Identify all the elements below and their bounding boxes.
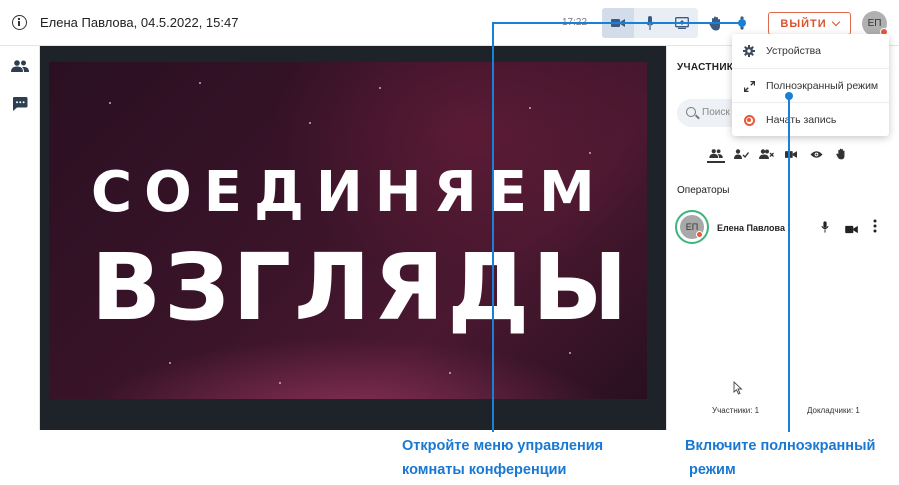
participant-row[interactable]: ЕП Елена Павлова [675,210,891,250]
participant-avatar-ring: ЕП [675,210,709,244]
room-control-menu: Устройства Полноэкранный режим Начать за… [732,34,889,136]
participant-name: Елена Павлова [717,223,785,233]
avatar-initials: ЕП [867,18,882,29]
hand-icon [836,148,845,160]
participants-count: Участники: 1 [712,406,760,415]
annotation-left-line-1: Откройте меню управления [402,438,604,454]
chat-icon [13,97,28,111]
chat-tab-button[interactable] [0,84,40,124]
menu-item-label: Полноэкранный режим [766,80,879,92]
callout-line-left-horizontal [493,22,743,24]
search-placeholder: Поиск [702,107,730,118]
annotation-left-line-2: комнаты конференции [402,462,567,478]
participant-camera-button[interactable] [845,221,858,239]
more-vertical-icon [873,219,877,233]
user-avatar[interactable]: ЕП [862,11,888,36]
annotation-right: Включите полноэкранный режим [685,434,875,482]
menu-item-devices[interactable]: Устройства [732,34,889,68]
participant-mic-button[interactable] [821,220,829,238]
filter-hands-button[interactable] [832,145,850,163]
annotation-right-line-2: режим [685,462,736,478]
participant-filters [707,145,857,163]
gear-icon [743,45,755,57]
info-icon[interactable] [12,15,27,30]
status-dot [696,231,703,238]
chevron-down-icon [831,17,840,27]
filter-approved-button[interactable] [732,145,750,163]
filter-video-button[interactable] [782,145,800,163]
filter-viewers-button[interactable] [807,145,825,163]
people-icon [709,148,723,158]
participants-tab-button[interactable] [0,46,40,86]
left-rail [0,46,40,430]
people-check-icon [733,149,749,159]
filter-all-button[interactable] [707,145,725,163]
people-icon [11,60,29,72]
logout-button[interactable]: ВЫЙТИ [768,12,851,35]
speakers-count: Докладчики: 1 [807,406,860,415]
panel-title: УЧАСТНИК [677,62,734,73]
people-cross-icon [758,149,774,159]
logout-label: ВЫЙТИ [780,17,827,30]
menu-item-start-recording[interactable]: Начать запись [732,102,889,136]
participant-more-button[interactable] [873,219,877,238]
menu-item-label: Устройства [766,45,821,57]
eye-icon [809,150,823,158]
participant-initials: ЕП [685,222,699,232]
annotation-right-line-1: Включите полноэкранный [685,438,876,454]
presentation-slide: СОЕДИНЯЕМ ВЗГЛЯДЫ [49,62,647,399]
callout-line-left-vertical [492,22,494,432]
microphone-icon [821,221,829,233]
callout-line-right-vertical [788,96,790,432]
search-icon [686,107,696,117]
annotation-left: Откройте меню управления комнаты конфере… [402,434,603,482]
mouse-cursor-icon [733,380,743,400]
filter-rejected-button[interactable] [757,145,775,163]
slide-heading-line-2: ВЗГЛЯДЫ [91,234,631,341]
menu-item-label: Начать запись [766,114,837,126]
conference-title: Елена Павлова, 04.5.2022, 15:47 [40,15,239,30]
fullscreen-icon [743,80,755,92]
slide-heading-line-1: СОЕДИНЯЕМ [91,160,607,225]
video-stage: СОЕДИНЯЕМ ВЗГЛЯДЫ [40,46,666,430]
camera-icon [785,150,797,158]
callout-dot-left [738,19,746,27]
menu-item-fullscreen[interactable]: Полноэкранный режим [732,68,889,102]
section-operators: Операторы [677,185,730,196]
camera-icon [845,225,858,234]
record-icon [743,114,755,126]
